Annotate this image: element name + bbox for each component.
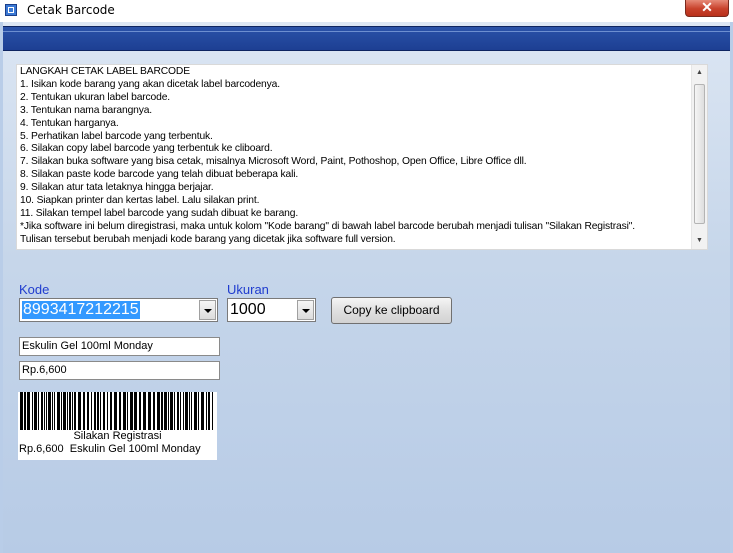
instruction-line: LANGKAH CETAK LABEL BARCODE bbox=[20, 66, 190, 77]
toolbar-highlight bbox=[3, 31, 730, 32]
ukuran-dropdown-arrow-icon[interactable] bbox=[297, 300, 314, 320]
nama-barang-field[interactable]: Eskulin Gel 100ml Monday bbox=[19, 337, 220, 356]
barcode-bar bbox=[38, 392, 39, 430]
barcode-bar bbox=[87, 392, 89, 430]
barcode-bar bbox=[201, 392, 204, 430]
instruction-line: 2. Tentukan ukuran label barcode. bbox=[20, 91, 170, 103]
instruction-line: 10. Siapkan printer dan kertas label. La… bbox=[20, 195, 260, 207]
ukuran-combobox[interactable]: 1000 bbox=[227, 298, 316, 322]
toolbar-band bbox=[3, 26, 730, 51]
barcode-bar bbox=[48, 392, 51, 430]
barcode-label-preview: Silakan Registrasi Rp.6,600 Eskulin Gel … bbox=[18, 392, 217, 460]
copy-to-clipboard-button[interactable]: Copy ke clipboard bbox=[331, 297, 452, 324]
barcode-bar bbox=[194, 392, 197, 430]
barcode-bar bbox=[83, 392, 85, 430]
barcode-bar bbox=[157, 392, 160, 430]
barcode-bar bbox=[57, 392, 60, 430]
barcode-bar bbox=[110, 392, 112, 430]
barcode-bar bbox=[27, 392, 30, 430]
instruction-line: 1. Isikan kode barang yang akan dicetak … bbox=[20, 78, 280, 90]
barcode-bar bbox=[177, 392, 179, 430]
barcode-bar bbox=[180, 392, 181, 430]
instruction-line: 5. Perhatikan label barcode yang terbent… bbox=[20, 130, 213, 142]
barcode-bar bbox=[54, 392, 55, 430]
barcode-bar bbox=[168, 392, 169, 430]
ukuran-value: 1000 bbox=[230, 301, 266, 318]
kode-combobox[interactable]: 8993417212215 bbox=[19, 298, 218, 322]
barcode-bar bbox=[183, 392, 184, 430]
window-title: Cetak Barcode bbox=[27, 3, 115, 17]
barcode-bar bbox=[185, 392, 188, 430]
barcode-bar bbox=[97, 392, 99, 430]
instruction-line: *Jika software ini belum diregistrasi, m… bbox=[20, 220, 635, 232]
app-icon bbox=[5, 4, 17, 16]
barcode-bar bbox=[198, 392, 199, 430]
title-bar: Cetak Barcode ✕ bbox=[0, 0, 733, 22]
barcode-bar bbox=[100, 392, 101, 430]
barcode-bar bbox=[127, 392, 128, 430]
barcode-bars bbox=[20, 392, 213, 430]
barcode-bar bbox=[74, 392, 76, 430]
scroll-thumb[interactable] bbox=[694, 84, 705, 224]
barcode-bar bbox=[69, 392, 71, 430]
kode-value: 8993417212215 bbox=[22, 301, 140, 319]
kode-dropdown-arrow-icon[interactable] bbox=[199, 300, 216, 320]
barcode-bar bbox=[148, 392, 151, 430]
barcode-bar bbox=[208, 392, 210, 430]
barcode-bar bbox=[94, 392, 96, 430]
barcode-bar bbox=[91, 392, 92, 430]
barcode-bar bbox=[72, 392, 73, 430]
ukuran-label: Ukuran bbox=[227, 282, 269, 297]
barcode-bar bbox=[212, 392, 213, 430]
barcode-bar bbox=[153, 392, 155, 430]
barcode-bar bbox=[34, 392, 37, 430]
barcode-bar bbox=[32, 392, 33, 430]
instruction-line: 4. Tentukan harganya. bbox=[20, 117, 119, 129]
barcode-bar bbox=[41, 392, 43, 430]
close-button[interactable]: ✕ bbox=[685, 0, 729, 17]
instruction-line: Tulisan tersebut berubah menjadi kode ba… bbox=[20, 233, 396, 245]
barcode-bar bbox=[170, 392, 173, 430]
barcode-status-text: Silakan Registrasi bbox=[73, 430, 162, 442]
barcode-bar bbox=[191, 392, 192, 430]
instructions-text: LANGKAH CETAK LABEL BARCODE 1. Isikan kod… bbox=[20, 66, 688, 247]
vertical-scrollbar[interactable]: ▲ ▼ bbox=[691, 65, 707, 249]
barcode-bar bbox=[164, 392, 167, 430]
instruction-line: 7. Silakan buka software yang bisa cetak… bbox=[20, 156, 527, 168]
instruction-line: 11. Silakan tempel label barcode yang su… bbox=[20, 207, 299, 219]
barcode-bar bbox=[103, 392, 105, 430]
barcode-bar bbox=[189, 392, 190, 430]
barcode-bar bbox=[139, 392, 141, 430]
instruction-line: 6. Silakan copy label barcode yang terbe… bbox=[20, 143, 273, 155]
harga-field[interactable]: Rp.6,600 bbox=[19, 361, 220, 380]
barcode-bar bbox=[119, 392, 121, 430]
barcode-bar bbox=[206, 392, 207, 430]
barcode-caption: Rp.6,600 Eskulin Gel 100ml Monday bbox=[19, 443, 201, 455]
barcode-bar bbox=[123, 392, 126, 430]
instruction-line: 8. Silakan paste kode barcode yang telah… bbox=[20, 169, 299, 181]
scroll-up-arrow-icon[interactable]: ▲ bbox=[692, 65, 707, 81]
barcode-bar bbox=[44, 392, 45, 430]
barcode-bar bbox=[61, 392, 62, 430]
barcode-bar bbox=[24, 392, 26, 430]
barcode-bar bbox=[20, 392, 23, 430]
barcode-bar bbox=[161, 392, 163, 430]
instruction-line: 3. Tentukan nama barangnya. bbox=[20, 104, 153, 116]
instructions-textarea[interactable]: LANGKAH CETAK LABEL BARCODE 1. Isikan kod… bbox=[16, 64, 708, 250]
barcode-bar bbox=[107, 392, 108, 430]
barcode-bar bbox=[78, 392, 81, 430]
instruction-line: 9. Silakan atur tata letaknya hingga ber… bbox=[20, 182, 214, 194]
kode-label: Kode bbox=[19, 282, 50, 297]
window-frame-left bbox=[0, 22, 3, 553]
barcode-bar bbox=[143, 392, 146, 430]
barcode-bar bbox=[67, 392, 68, 430]
barcode-bar bbox=[130, 392, 133, 430]
barcode-bar bbox=[174, 392, 175, 430]
barcode-bar bbox=[52, 392, 53, 430]
scroll-down-arrow-icon[interactable]: ▼ bbox=[692, 233, 707, 249]
barcode-bar bbox=[63, 392, 66, 430]
barcode-bar bbox=[114, 392, 117, 430]
barcode-bar bbox=[134, 392, 137, 430]
barcode-bar bbox=[46, 392, 47, 430]
